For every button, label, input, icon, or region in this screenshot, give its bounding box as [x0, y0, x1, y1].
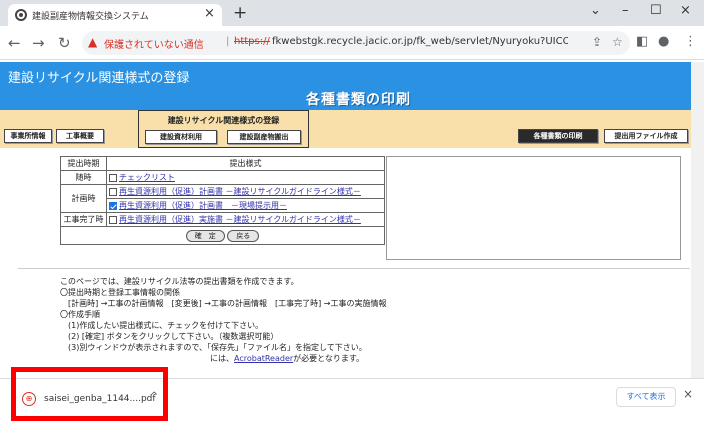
form-link[interactable]: チェックリスト — [119, 173, 175, 182]
byproduct-out-button[interactable]: 建設副産物搬出 — [227, 130, 301, 144]
acrobat-link[interactable]: AcrobatReader — [234, 354, 293, 363]
sidepanel-icon[interactable]: ◧ — [636, 34, 648, 49]
office-info-button[interactable]: 事業所情報 — [4, 129, 52, 143]
button-cell: 確 定 戻る — [60, 226, 385, 245]
table-row: 再生資源利用（促進）計画書 －現場提示用－ — [61, 198, 385, 213]
checkbox[interactable] — [109, 173, 117, 182]
confirm-button[interactable]: 確 定 — [185, 229, 225, 242]
material-use-button[interactable]: 建設資材利用 — [145, 130, 217, 144]
profile-icon[interactable]: ● — [658, 34, 669, 49]
group-title: 建設リサイクル関連様式の登録 — [167, 116, 280, 125]
project-summary-button[interactable]: 工事概要 — [56, 129, 104, 143]
star-icon[interactable]: ☆ — [612, 35, 623, 49]
share-icon[interactable]: ⇪ — [592, 35, 602, 49]
table-row: 随時 チェックリスト — [60, 170, 385, 185]
header-form: 提出様式 — [106, 156, 385, 171]
recycle-forms-group: 建設リサイクル関連様式の登録 建設資材利用 建設副産物搬出 — [138, 110, 309, 148]
row-form: 再生資源利用（促進）実施書 －建設リサイクルガイドライン様式－ — [106, 212, 385, 227]
help-text-part: が必要となります。 — [293, 354, 365, 363]
help-line: には、AcrobatReaderが必要となります。 — [60, 353, 386, 364]
new-tab-button[interactable]: + — [233, 3, 247, 23]
create-submit-file-button[interactable]: 提出用ファイル作成 — [604, 129, 688, 143]
header-time: 提出時期 — [60, 156, 107, 171]
form-link[interactable]: 再生資源利用（促進）計画書 －建設リサイクルガイドライン様式－ — [119, 187, 361, 196]
page-title: 建設リサイクル関連様式の登録 — [8, 71, 190, 86]
row-time: 計画時 — [60, 184, 107, 213]
reload-icon[interactable]: ↻ — [58, 34, 71, 52]
row-form: チェックリスト — [106, 170, 385, 185]
forward-icon[interactable]: → — [32, 34, 45, 52]
tab-title: 建設副産物情報交換システム — [32, 12, 149, 22]
help-line: 〇作成手順 — [60, 310, 100, 319]
button-row: 確 定 戻る — [60, 226, 385, 245]
back-button[interactable]: 戻る — [227, 229, 260, 242]
page-header: 建設リサイクル関連様式の登録 各種書類の印刷 — [0, 62, 691, 110]
address-bar-row: ← → ↻ ▲ 保護されていない通信 | https:// fkwebstgk.… — [0, 26, 704, 60]
red-highlight-box — [11, 367, 168, 421]
row-form: 再生資源利用（促進）計画書 －建設リサイクルガイドライン様式－ — [106, 184, 385, 199]
submission-table: 提出時期 提出様式 随時 チェックリスト 計画時 再生資源利用（促進）計画書 －… — [60, 156, 385, 245]
checkbox[interactable] — [109, 215, 117, 224]
help-text: このページでは、建設リサイクル法等の提出書類を作成できます。 〇提出時期と登録工… — [60, 276, 386, 364]
notes-textarea[interactable] — [386, 156, 681, 260]
help-line: (3)別ウィンドウが表示されますので、「保存先」「ファイル名」を指定して下さい。 — [60, 343, 367, 352]
security-warning[interactable]: 保護されていない通信 — [104, 36, 204, 51]
checkbox-checked[interactable] — [109, 201, 117, 210]
form-link[interactable]: 再生資源利用（促進）実施書 －建設リサイクルガイドライン様式－ — [119, 215, 361, 224]
tab-close-button[interactable]: × — [204, 6, 215, 21]
print-documents-button[interactable]: 各種書類の印刷 — [518, 129, 598, 143]
url-text[interactable]: fkwebstgk.recycle.jacic.or.jp/fk_web/ser… — [272, 36, 568, 47]
row-form: 再生資源利用（促進）計画書 －現場提示用－ — [106, 198, 385, 213]
help-line: (1)作成したい提出様式に、チェックを付けて下さい。 — [60, 321, 264, 330]
warning-icon[interactable]: ▲ — [88, 35, 97, 49]
chevron-down-icon[interactable]: ⌄ — [590, 3, 601, 18]
form-link[interactable]: 再生資源利用（促進）計画書 －現場提示用－ — [119, 201, 287, 210]
help-line: 〇提出時期と登録工事情報の関係 — [60, 288, 180, 297]
url-scheme[interactable]: https:// — [234, 36, 270, 47]
scrollbar[interactable] — [691, 62, 704, 378]
download-bar-close[interactable]: × — [683, 387, 693, 401]
browser-tab[interactable]: 建設副産物情報交換システム × — [8, 4, 222, 26]
help-text-part: には、 — [210, 354, 234, 363]
window-close-button[interactable]: × — [680, 3, 691, 18]
table-row: 計画時 再生資源利用（促進）計画書 －建設リサイクルガイドライン様式－ — [60, 184, 385, 213]
nav-band: 事業所情報 工事概要 建設リサイクル関連様式の登録 建設資材利用 建設副産物搬出… — [0, 110, 691, 148]
table-header-row: 提出時期 提出様式 — [60, 156, 385, 171]
help-line: [計画時] →工事の計画情報 [変更後] →工事の計画情報 [工事完了時] →工… — [60, 299, 387, 308]
omnibox[interactable]: ▲ 保護されていない通信 | https:// fkwebstgk.recycl… — [82, 31, 630, 55]
back-icon[interactable]: ← — [8, 34, 21, 52]
row-time: 工事完了時 — [60, 212, 107, 227]
globe-icon — [15, 9, 27, 21]
form-area: 提出時期 提出様式 随時 チェックリスト 計画時 再生資源利用（促進）計画書 －… — [60, 156, 681, 260]
menu-icon[interactable]: ⋮ — [684, 34, 697, 49]
show-all-button[interactable]: すべて表示 — [616, 387, 676, 407]
help-line: (2) [確定] ボタンをクリックして下さい。（複数選択可能） — [60, 332, 279, 341]
divider — [18, 268, 690, 269]
maximize-button[interactable]: ☐ — [650, 3, 662, 18]
help-line: このページでは、建設リサイクル法等の提出書類を作成できます。 — [60, 277, 299, 286]
table-row: 工事完了時 再生資源利用（促進）実施書 －建設リサイクルガイドライン様式－ — [60, 212, 385, 227]
tab-strip: 建設副産物情報交換システム × + ⌄ – ☐ × — [0, 0, 704, 26]
minimize-button[interactable]: – — [622, 3, 629, 18]
checkbox[interactable] — [109, 187, 117, 196]
separator: | — [226, 36, 230, 47]
page-subtitle: 各種書類の印刷 — [306, 92, 411, 108]
row-time: 随時 — [60, 170, 107, 185]
